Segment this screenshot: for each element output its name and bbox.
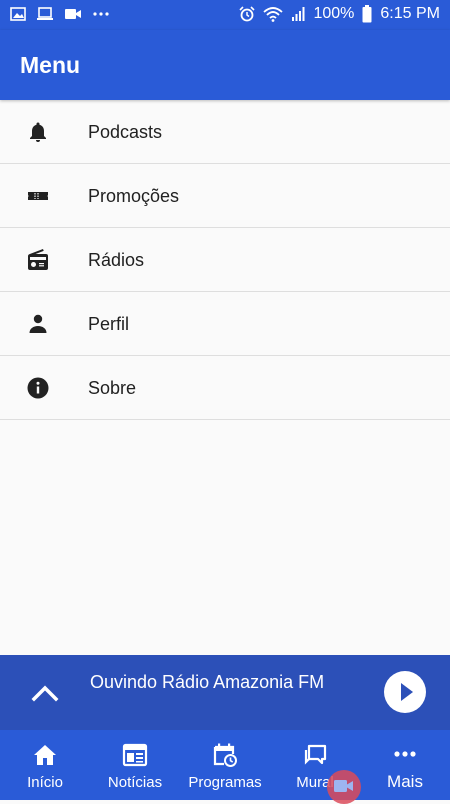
nav-item-label: Início bbox=[27, 774, 63, 791]
menu-item-label: Rádios bbox=[88, 250, 145, 270]
nav-item-inicio[interactable]: Início bbox=[0, 730, 90, 800]
battery-icon bbox=[362, 5, 372, 23]
nav-item-noticias[interactable]: Notícias bbox=[90, 730, 180, 800]
menu-item-perfil[interactable]: Perfil bbox=[0, 292, 450, 356]
nav-item-mais[interactable]: Mais bbox=[360, 730, 450, 800]
nav-item-label: Mais bbox=[387, 772, 423, 791]
laptop-icon bbox=[37, 7, 53, 20]
bell-icon bbox=[30, 122, 46, 142]
radio-icon bbox=[28, 249, 48, 270]
menu-item-label: Podcasts bbox=[88, 122, 163, 142]
now-playing-title: Ouvindo Rádio Amazonia FM bbox=[90, 672, 325, 692]
video-camera-icon bbox=[334, 780, 353, 792]
menu-item-sobre[interactable]: Sobre bbox=[0, 356, 450, 420]
menu-item-label: Promoções bbox=[88, 186, 180, 206]
menu-item-podcasts[interactable]: Podcasts bbox=[0, 100, 450, 164]
play-icon bbox=[401, 683, 413, 701]
more-icon bbox=[394, 751, 416, 757]
nav-item-programas[interactable]: Programas bbox=[180, 730, 270, 800]
video-camera-icon bbox=[65, 9, 81, 19]
menu-item-radios[interactable]: Rádios bbox=[0, 228, 450, 292]
alarm-icon bbox=[239, 6, 256, 22]
menu-list: Podcasts Promoções Rádios Perfil Sobre bbox=[0, 100, 450, 420]
status-bar-notifications bbox=[10, 7, 110, 21]
menu-item-label: Sobre bbox=[88, 378, 137, 398]
news-icon bbox=[122, 743, 148, 767]
nav-item-label: Programas bbox=[188, 774, 262, 791]
battery-percent: 100% bbox=[313, 5, 355, 22]
more-notifications-icon bbox=[93, 12, 109, 16]
status-bar-system: 100% 6:15 PM bbox=[239, 5, 440, 23]
page-title: Menu bbox=[20, 52, 81, 78]
app-bar: Menu bbox=[0, 30, 450, 100]
info-icon bbox=[27, 377, 49, 399]
play-button[interactable] bbox=[384, 671, 426, 713]
wifi-icon bbox=[263, 7, 284, 22]
bottom-navigation: Início Notícias Programas Mural Mais bbox=[0, 730, 450, 800]
home-icon bbox=[34, 745, 56, 765]
image-icon bbox=[10, 7, 26, 21]
chat-icon bbox=[304, 744, 327, 765]
mini-player[interactable]: Ouvindo Rádio Amazonia FM bbox=[0, 655, 450, 730]
person-icon bbox=[29, 314, 47, 333]
ticket-icon bbox=[28, 192, 48, 200]
nav-item-label: Notícias bbox=[107, 774, 163, 791]
calendar-clock-icon bbox=[213, 743, 237, 767]
signal-icon bbox=[292, 7, 305, 21]
status-bar: 100% 6:15 PM bbox=[0, 0, 450, 30]
menu-item-promocoes[interactable]: Promoções bbox=[0, 164, 450, 228]
menu-item-label: Perfil bbox=[88, 314, 130, 334]
status-time: 6:15 PM bbox=[380, 5, 440, 22]
chevron-up-icon[interactable] bbox=[28, 677, 62, 711]
screen-record-badge[interactable] bbox=[327, 770, 361, 804]
